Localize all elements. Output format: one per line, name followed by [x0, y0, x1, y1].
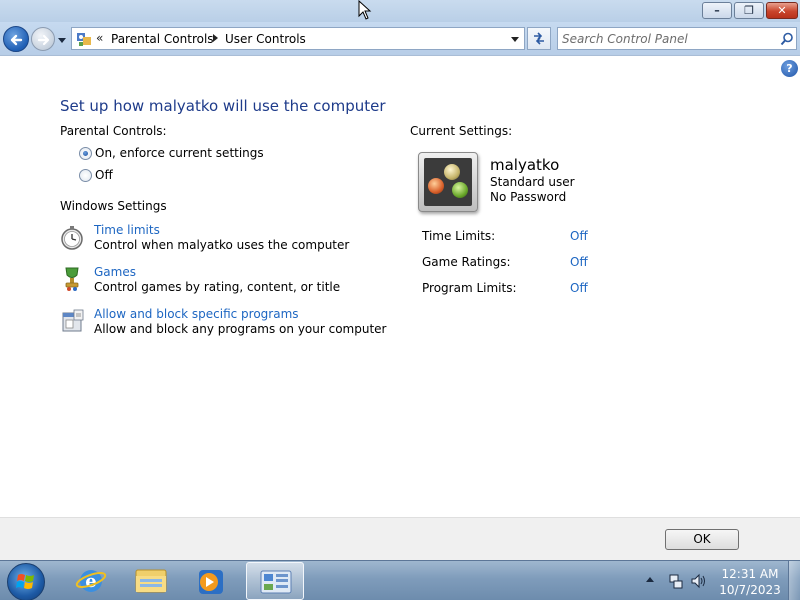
close-button[interactable]: ✕ — [766, 2, 798, 19]
button-bar: OK — [0, 517, 800, 560]
taskbar: e 12:31 AM 10/7/2023 — [0, 560, 800, 600]
internet-explorer-icon: e — [75, 570, 107, 592]
refresh-button[interactable] — [527, 27, 551, 50]
taskbar-media-player[interactable] — [182, 562, 240, 600]
show-hidden-icons-button[interactable] — [646, 577, 654, 582]
taskbar-windows-explorer[interactable] — [122, 562, 180, 600]
time-limits-setting-value[interactable]: Off — [570, 229, 588, 243]
search-box[interactable] — [557, 27, 797, 50]
back-arrow-icon — [10, 34, 23, 46]
taskbar-control-panel[interactable] — [246, 562, 304, 600]
time-limits-description: Control when malyatko uses the computer — [94, 238, 350, 252]
avatar — [418, 152, 478, 212]
windows-logo-icon — [16, 574, 34, 589]
clock-date: 10/7/2023 — [719, 583, 781, 597]
program-limits-setting-value[interactable]: Off — [570, 281, 588, 295]
refresh-icon — [534, 32, 544, 45]
game-ratings-setting-label: Game Ratings: — [422, 255, 511, 269]
allow-block-programs-description: Allow and block any programs on your com… — [94, 322, 387, 336]
programs-icon — [62, 309, 84, 332]
close-icon: ✕ — [777, 4, 787, 17]
ok-button[interactable]: OK — [665, 529, 739, 550]
stopwatch-icon — [61, 226, 83, 250]
allow-block-programs-link[interactable]: Allow and block specific programs — [94, 307, 299, 321]
forward-arrow-icon — [37, 34, 50, 46]
control-panel-icon — [77, 33, 91, 46]
time-limits-setting-label: Time Limits: — [422, 229, 496, 243]
volume-icon[interactable] — [690, 573, 706, 589]
user-account-type: Standard user — [490, 175, 575, 189]
show-desktop-button[interactable] — [788, 561, 800, 600]
current-settings-heading: Current Settings: — [410, 124, 513, 138]
clock-time: 12:31 AM — [721, 567, 779, 581]
windows-explorer-icon — [135, 569, 167, 593]
mouse-cursor-icon — [358, 0, 372, 20]
games-link[interactable]: Games — [94, 265, 136, 279]
radio-on-label[interactable]: On, enforce current settings — [95, 146, 264, 160]
search-input[interactable] — [562, 30, 772, 47]
user-name: malyatko — [490, 156, 560, 174]
breadcrumb-overflow[interactable]: « — [96, 31, 103, 45]
minimize-icon: – — [714, 4, 720, 17]
navigation-bar: « Parental Controls User Controls — [0, 22, 800, 56]
page-title: Set up how malyatko will use the compute… — [60, 97, 386, 115]
games-description: Control games by rating, content, or tit… — [94, 280, 341, 294]
forward-button[interactable] — [31, 27, 55, 51]
taskbar-internet-explorer[interactable]: e — [62, 562, 120, 600]
radio-off[interactable] — [79, 169, 92, 182]
user-password-status: No Password — [490, 190, 567, 204]
windows-settings-heading: Windows Settings — [60, 199, 167, 213]
back-button[interactable] — [3, 26, 29, 52]
start-button[interactable] — [7, 563, 45, 600]
games-trophy-icon — [65, 267, 79, 291]
breadcrumb-user-controls[interactable]: User Controls — [225, 32, 306, 46]
search-icon[interactable] — [780, 32, 794, 46]
help-icon[interactable]: ? — [781, 60, 798, 77]
address-bar[interactable]: « Parental Controls User Controls — [71, 27, 525, 50]
breadcrumb-separator-icon[interactable] — [213, 34, 218, 42]
recent-pages-dropdown-icon[interactable] — [57, 35, 67, 45]
address-dropdown-icon[interactable] — [511, 37, 519, 42]
game-ratings-setting-value[interactable]: Off — [570, 255, 588, 269]
avatar-picture-icon — [424, 158, 472, 206]
radio-off-label[interactable]: Off — [95, 168, 113, 182]
media-player-icon — [199, 570, 223, 594]
title-bar: – ❐ ✕ — [0, 0, 800, 22]
maximize-icon: ❐ — [744, 4, 754, 17]
network-icon[interactable] — [668, 573, 684, 589]
system-clock[interactable]: 12:31 AM 10/7/2023 — [716, 566, 784, 598]
control-panel-icon — [260, 570, 292, 594]
time-limits-link[interactable]: Time limits — [94, 223, 160, 237]
radio-on[interactable] — [79, 147, 92, 160]
maximize-button[interactable]: ❐ — [734, 2, 764, 19]
program-limits-setting-label: Program Limits: — [422, 281, 517, 295]
parental-controls-heading: Parental Controls: — [60, 124, 167, 138]
breadcrumb-parental-controls[interactable]: Parental Controls — [111, 32, 214, 46]
minimize-button[interactable]: – — [702, 2, 732, 19]
